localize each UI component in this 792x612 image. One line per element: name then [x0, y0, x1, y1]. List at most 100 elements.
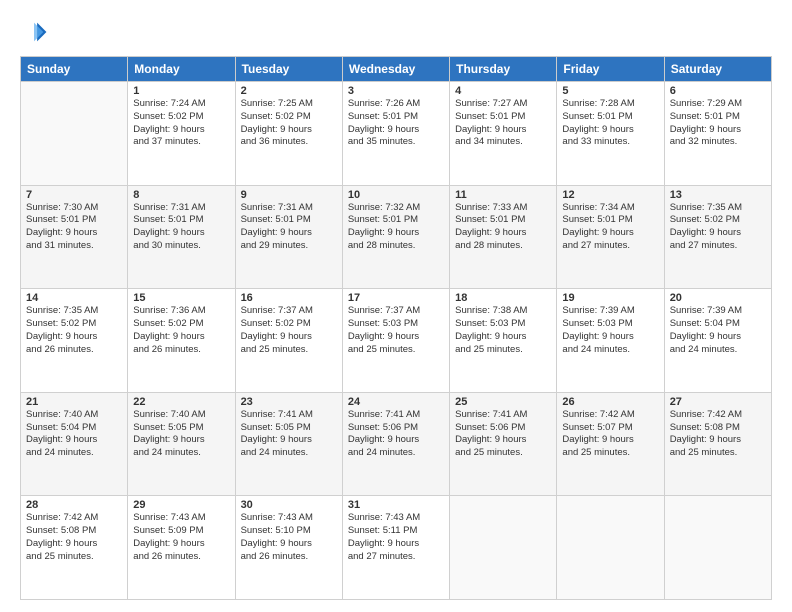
day-number: 31: [348, 499, 444, 511]
calendar-cell: 5Sunrise: 7:28 AM Sunset: 5:01 PM Daylig…: [557, 82, 664, 186]
calendar-cell: [557, 496, 664, 600]
weekday-header: Wednesday: [342, 57, 449, 82]
day-number: 27: [670, 396, 766, 408]
day-number: 3: [348, 85, 444, 97]
day-number: 15: [133, 292, 229, 304]
calendar-cell: 3Sunrise: 7:26 AM Sunset: 5:01 PM Daylig…: [342, 82, 449, 186]
cell-info: Sunrise: 7:41 AM Sunset: 5:06 PM Dayligh…: [455, 409, 551, 460]
day-number: 10: [348, 189, 444, 201]
cell-info: Sunrise: 7:39 AM Sunset: 5:03 PM Dayligh…: [562, 305, 658, 356]
calendar-week-row: 14Sunrise: 7:35 AM Sunset: 5:02 PM Dayli…: [21, 289, 772, 393]
calendar-cell: 15Sunrise: 7:36 AM Sunset: 5:02 PM Dayli…: [128, 289, 235, 393]
day-number: 16: [241, 292, 337, 304]
cell-info: Sunrise: 7:24 AM Sunset: 5:02 PM Dayligh…: [133, 98, 229, 149]
calendar-header-row: SundayMondayTuesdayWednesdayThursdayFrid…: [21, 57, 772, 82]
day-number: 21: [26, 396, 122, 408]
day-number: 2: [241, 85, 337, 97]
calendar-cell: 13Sunrise: 7:35 AM Sunset: 5:02 PM Dayli…: [664, 185, 771, 289]
calendar-cell: 21Sunrise: 7:40 AM Sunset: 5:04 PM Dayli…: [21, 392, 128, 496]
cell-info: Sunrise: 7:43 AM Sunset: 5:09 PM Dayligh…: [133, 512, 229, 563]
cell-info: Sunrise: 7:26 AM Sunset: 5:01 PM Dayligh…: [348, 98, 444, 149]
calendar-cell: 31Sunrise: 7:43 AM Sunset: 5:11 PM Dayli…: [342, 496, 449, 600]
day-number: 26: [562, 396, 658, 408]
header: [20, 18, 772, 46]
calendar-week-row: 7Sunrise: 7:30 AM Sunset: 5:01 PM Daylig…: [21, 185, 772, 289]
day-number: 29: [133, 499, 229, 511]
page: SundayMondayTuesdayWednesdayThursdayFrid…: [0, 0, 792, 612]
day-number: 8: [133, 189, 229, 201]
weekday-header: Thursday: [450, 57, 557, 82]
calendar-cell: 16Sunrise: 7:37 AM Sunset: 5:02 PM Dayli…: [235, 289, 342, 393]
calendar-cell: 10Sunrise: 7:32 AM Sunset: 5:01 PM Dayli…: [342, 185, 449, 289]
day-number: 4: [455, 85, 551, 97]
calendar-cell: [450, 496, 557, 600]
cell-info: Sunrise: 7:43 AM Sunset: 5:10 PM Dayligh…: [241, 512, 337, 563]
calendar-cell: 18Sunrise: 7:38 AM Sunset: 5:03 PM Dayli…: [450, 289, 557, 393]
day-number: 23: [241, 396, 337, 408]
cell-info: Sunrise: 7:38 AM Sunset: 5:03 PM Dayligh…: [455, 305, 551, 356]
calendar-cell: 14Sunrise: 7:35 AM Sunset: 5:02 PM Dayli…: [21, 289, 128, 393]
day-number: 18: [455, 292, 551, 304]
calendar-cell: 2Sunrise: 7:25 AM Sunset: 5:02 PM Daylig…: [235, 82, 342, 186]
calendar-cell: 4Sunrise: 7:27 AM Sunset: 5:01 PM Daylig…: [450, 82, 557, 186]
calendar-cell: [21, 82, 128, 186]
weekday-header: Tuesday: [235, 57, 342, 82]
calendar-week-row: 28Sunrise: 7:42 AM Sunset: 5:08 PM Dayli…: [21, 496, 772, 600]
weekday-header: Friday: [557, 57, 664, 82]
day-number: 11: [455, 189, 551, 201]
cell-info: Sunrise: 7:31 AM Sunset: 5:01 PM Dayligh…: [241, 202, 337, 253]
calendar-cell: 11Sunrise: 7:33 AM Sunset: 5:01 PM Dayli…: [450, 185, 557, 289]
day-number: 5: [562, 85, 658, 97]
cell-info: Sunrise: 7:39 AM Sunset: 5:04 PM Dayligh…: [670, 305, 766, 356]
calendar-cell: 22Sunrise: 7:40 AM Sunset: 5:05 PM Dayli…: [128, 392, 235, 496]
cell-info: Sunrise: 7:43 AM Sunset: 5:11 PM Dayligh…: [348, 512, 444, 563]
day-number: 25: [455, 396, 551, 408]
day-number: 6: [670, 85, 766, 97]
calendar-cell: 6Sunrise: 7:29 AM Sunset: 5:01 PM Daylig…: [664, 82, 771, 186]
calendar-cell: 29Sunrise: 7:43 AM Sunset: 5:09 PM Dayli…: [128, 496, 235, 600]
weekday-header: Sunday: [21, 57, 128, 82]
cell-info: Sunrise: 7:32 AM Sunset: 5:01 PM Dayligh…: [348, 202, 444, 253]
calendar-cell: 19Sunrise: 7:39 AM Sunset: 5:03 PM Dayli…: [557, 289, 664, 393]
calendar-cell: 25Sunrise: 7:41 AM Sunset: 5:06 PM Dayli…: [450, 392, 557, 496]
calendar-cell: 27Sunrise: 7:42 AM Sunset: 5:08 PM Dayli…: [664, 392, 771, 496]
cell-info: Sunrise: 7:42 AM Sunset: 5:08 PM Dayligh…: [26, 512, 122, 563]
day-number: 7: [26, 189, 122, 201]
cell-info: Sunrise: 7:33 AM Sunset: 5:01 PM Dayligh…: [455, 202, 551, 253]
cell-info: Sunrise: 7:42 AM Sunset: 5:08 PM Dayligh…: [670, 409, 766, 460]
calendar-cell: 20Sunrise: 7:39 AM Sunset: 5:04 PM Dayli…: [664, 289, 771, 393]
calendar-cell: 7Sunrise: 7:30 AM Sunset: 5:01 PM Daylig…: [21, 185, 128, 289]
logo-icon: [20, 18, 48, 46]
calendar-cell: 30Sunrise: 7:43 AM Sunset: 5:10 PM Dayli…: [235, 496, 342, 600]
cell-info: Sunrise: 7:37 AM Sunset: 5:03 PM Dayligh…: [348, 305, 444, 356]
cell-info: Sunrise: 7:37 AM Sunset: 5:02 PM Dayligh…: [241, 305, 337, 356]
logo: [20, 18, 52, 46]
calendar-week-row: 1Sunrise: 7:24 AM Sunset: 5:02 PM Daylig…: [21, 82, 772, 186]
cell-info: Sunrise: 7:30 AM Sunset: 5:01 PM Dayligh…: [26, 202, 122, 253]
weekday-header: Monday: [128, 57, 235, 82]
day-number: 22: [133, 396, 229, 408]
calendar-cell: 9Sunrise: 7:31 AM Sunset: 5:01 PM Daylig…: [235, 185, 342, 289]
calendar-cell: 12Sunrise: 7:34 AM Sunset: 5:01 PM Dayli…: [557, 185, 664, 289]
day-number: 12: [562, 189, 658, 201]
day-number: 14: [26, 292, 122, 304]
calendar-week-row: 21Sunrise: 7:40 AM Sunset: 5:04 PM Dayli…: [21, 392, 772, 496]
cell-info: Sunrise: 7:28 AM Sunset: 5:01 PM Dayligh…: [562, 98, 658, 149]
calendar-cell: 8Sunrise: 7:31 AM Sunset: 5:01 PM Daylig…: [128, 185, 235, 289]
day-number: 20: [670, 292, 766, 304]
cell-info: Sunrise: 7:31 AM Sunset: 5:01 PM Dayligh…: [133, 202, 229, 253]
weekday-header: Saturday: [664, 57, 771, 82]
day-number: 24: [348, 396, 444, 408]
cell-info: Sunrise: 7:34 AM Sunset: 5:01 PM Dayligh…: [562, 202, 658, 253]
cell-info: Sunrise: 7:36 AM Sunset: 5:02 PM Dayligh…: [133, 305, 229, 356]
cell-info: Sunrise: 7:35 AM Sunset: 5:02 PM Dayligh…: [26, 305, 122, 356]
day-number: 1: [133, 85, 229, 97]
cell-info: Sunrise: 7:25 AM Sunset: 5:02 PM Dayligh…: [241, 98, 337, 149]
calendar-cell: 23Sunrise: 7:41 AM Sunset: 5:05 PM Dayli…: [235, 392, 342, 496]
cell-info: Sunrise: 7:42 AM Sunset: 5:07 PM Dayligh…: [562, 409, 658, 460]
cell-info: Sunrise: 7:41 AM Sunset: 5:06 PM Dayligh…: [348, 409, 444, 460]
calendar-cell: 24Sunrise: 7:41 AM Sunset: 5:06 PM Dayli…: [342, 392, 449, 496]
cell-info: Sunrise: 7:35 AM Sunset: 5:02 PM Dayligh…: [670, 202, 766, 253]
calendar-cell: 1Sunrise: 7:24 AM Sunset: 5:02 PM Daylig…: [128, 82, 235, 186]
calendar-cell: 26Sunrise: 7:42 AM Sunset: 5:07 PM Dayli…: [557, 392, 664, 496]
